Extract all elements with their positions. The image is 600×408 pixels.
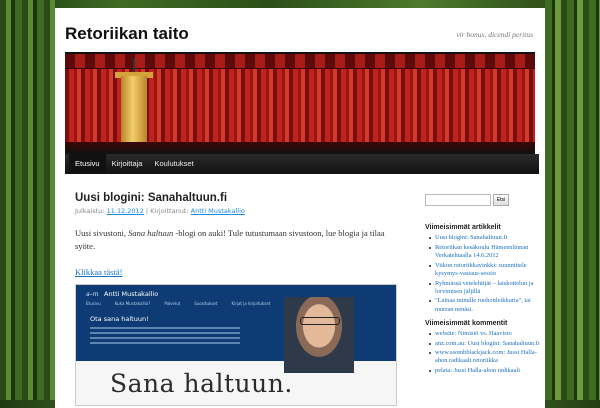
list-item: Uusi blogini: Sanahaltuun.fi	[429, 234, 543, 242]
podium-icon	[121, 76, 147, 142]
recent-post-link[interactable]: "Lainaa minulle ruohonleikkuria", tai mu…	[435, 297, 531, 312]
recent-posts-list: Uusi blogini: Sanahaltuun.fi Retoriikan …	[425, 234, 543, 314]
main-nav: Etusivu Kirjoittaja Koulutukset	[65, 154, 539, 174]
site-description: vir bonus, dicendi peritus	[456, 30, 533, 39]
list-item: www.ssombblackjack.com: Jussi Halla-ahon…	[429, 349, 543, 365]
curtain-valance	[65, 54, 535, 69]
recent-post-link[interactable]: Viikon retoriikkavinkki: suunnittele kys…	[435, 262, 527, 277]
list-item: pelata: Jussi Halla-ahon radikaali	[429, 367, 543, 375]
recent-post-link[interactable]: Retoriikan kesäkoulu Hämeenlinnan Verkat…	[435, 244, 528, 259]
post-meta-prefix: Julkaistu:	[75, 207, 105, 215]
post-body: Uusi sivustoni, Sana haltuun -blogi on a…	[75, 227, 395, 253]
recent-post-link[interactable]: Uusi blogini: Sanahaltuun.fi	[435, 234, 507, 241]
blog-screenshot-image[interactable]: a–m Antti Mustakallio Etusivu Kuka Musta…	[75, 284, 397, 406]
screenshot-nav-item: Etusivu	[86, 301, 101, 306]
header-image	[65, 52, 535, 154]
post-body-emphasis: Sana haltuun	[128, 228, 174, 238]
screenshot-headline: Sana haltuun.	[110, 369, 293, 398]
post-author-link[interactable]: Antti Mustakallio	[191, 207, 245, 215]
recent-posts-title: Viimeisimmät artikkelit	[425, 224, 501, 231]
list-item: "Lainaa minulle ruohonleikkuria", tai mu…	[429, 297, 543, 313]
forest-background-left	[0, 0, 55, 400]
sidebar: Etsi Viimeisimmät artikkelit Uusi blogin…	[425, 194, 543, 377]
read-more-link[interactable]: Klikkaa tästä!	[75, 267, 122, 277]
recent-comment-link[interactable]: website: Nimistö vs. Haavisto	[435, 330, 512, 337]
search-input[interactable]	[425, 194, 491, 206]
post-meta: Julkaistu: 11.12.2012 | Kirjoittanut: An…	[75, 207, 395, 215]
post-meta-separator: | Kirjoittanut:	[145, 207, 189, 215]
list-item: anz.com.au: Uusi blogini: Sanahaltuun.fi	[429, 340, 543, 348]
recent-comment-link[interactable]: www.ssombblackjack.com: Jussi Halla-ahon…	[435, 349, 537, 364]
recent-comment-link[interactable]: pelata: Jussi Halla-ahon radikaali	[435, 367, 520, 374]
author-photo	[284, 297, 354, 373]
screenshot-nav-item: Kuka Mustakallio?	[114, 301, 151, 306]
screenshot-site-name: Antti Mustakallio	[104, 290, 159, 298]
search-form: Etsi	[425, 194, 543, 206]
search-button[interactable]: Etsi	[493, 194, 509, 206]
screenshot-logo: a–m	[86, 291, 99, 298]
nav-item-koulutukset[interactable]: Koulutukset	[148, 154, 199, 174]
screenshot-text-lines	[90, 327, 240, 347]
screenshot-nav-item: Kirjat ja kirjoitukset	[231, 301, 271, 306]
recent-comment-link[interactable]: anz.com.au: Uusi blogini: Sanahaltuun.fi	[435, 340, 540, 347]
glasses-icon	[300, 317, 340, 325]
nav-item-etusivu[interactable]: Etusivu	[69, 154, 106, 174]
recent-comments-title: Viimeisimmät kommentit	[425, 319, 508, 327]
nav-item-kirjoittaja[interactable]: Kirjoittaja	[106, 154, 149, 174]
post-title[interactable]: Uusi blogini: Sanahaltuun.fi	[75, 192, 395, 204]
post-date-link[interactable]: 11.12.2012	[107, 207, 144, 215]
main-content: Uusi blogini: Sanahaltuun.fi Julkaistu: …	[75, 192, 395, 279]
microphone-icon	[133, 58, 135, 72]
screenshot-nav-item: Palvelut	[164, 301, 181, 306]
site-title[interactable]: Retoriikan taito	[65, 24, 189, 44]
list-item: Retoriikan kesäkoulu Hämeenlinnan Verkat…	[429, 244, 543, 260]
list-item: Viikon retoriikkavinkki: suunnittele kys…	[429, 262, 543, 278]
stage-floor	[65, 142, 535, 154]
recent-post-link[interactable]: Ryhmässä vetelehtijät – laiskottelun ja …	[435, 280, 533, 295]
list-item: website: Nimistö vs. Haavisto	[429, 330, 543, 338]
forest-background-right	[545, 0, 600, 400]
screenshot-nav-item: Suositukset	[194, 301, 218, 306]
screenshot-nav: Etusivu Kuka Mustakallio? Palvelut Suosi…	[86, 301, 310, 306]
post-body-prefix: Uusi sivustoni,	[75, 228, 129, 238]
screenshot-tagline: Ota sana haltuun!	[90, 315, 149, 323]
recent-comments-list: website: Nimistö vs. Haavisto anz.com.au…	[425, 330, 543, 376]
list-item: Ryhmässä vetelehtijät – laiskottelun ja …	[429, 280, 543, 296]
